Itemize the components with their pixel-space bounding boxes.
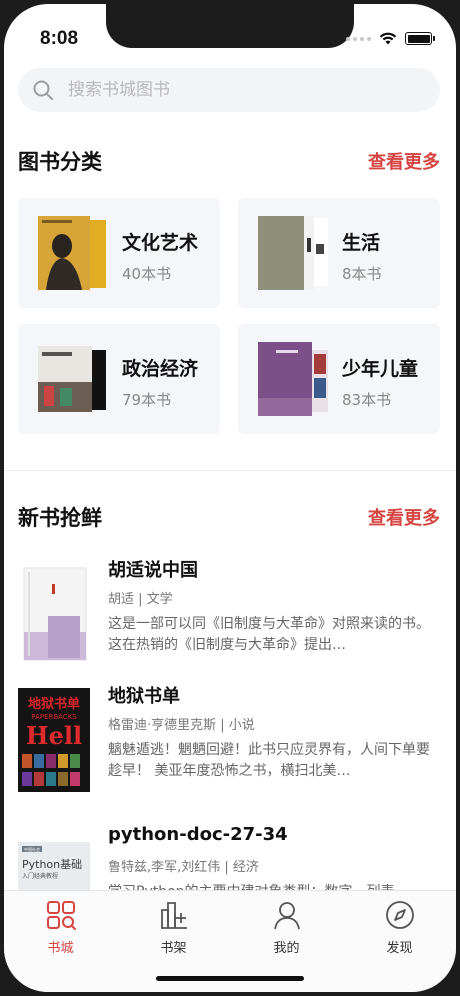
search-input[interactable] — [68, 80, 398, 100]
tab-label: 书架 — [160, 941, 187, 956]
book-cover-badge: 中国社会 — [24, 846, 40, 852]
book-cover-title: 地狱书单 — [28, 696, 80, 712]
category-cover-politics — [38, 346, 106, 412]
book-cover-title: Python基础 — [22, 858, 82, 871]
book-description: 魑魅遁逃！魍魉回避！此书只应灵界有，人间下单要趁早！ 美亚年度恐怖之书，横扫北美… — [108, 742, 430, 779]
book-cover-subtitle: PAPERBACKS — [31, 713, 77, 721]
notch — [106, 4, 354, 48]
phone-screen: 8:08 图书分类 查看更多 文化艺术 40本书 — [4, 4, 456, 992]
book-title: 胡适说中国 — [108, 560, 198, 581]
book-cover: 地狱书单 PAPERBACKS Hell — [18, 688, 90, 792]
profile-icon — [273, 902, 300, 930]
category-name: 文化艺术 — [122, 232, 199, 254]
bookshelf-icon — [160, 902, 187, 929]
search-bar[interactable] — [18, 68, 440, 112]
tab-label: 发现 — [386, 941, 413, 956]
category-card-children[interactable]: 少年儿童 83本书 — [238, 324, 440, 434]
book-meta: 鲁特兹,李军,刘红伟 | 经济 — [108, 860, 259, 875]
category-count: 83本书 — [342, 391, 392, 409]
category-cover-culture — [38, 216, 106, 290]
new-books-see-more-link[interactable]: 查看更多 — [368, 504, 440, 530]
home-indicator — [156, 976, 304, 981]
book-description: 这是一部可以同《旧制度与大革命》对照来读的书。这在热销的《旧制度与大革命》提出… — [108, 616, 430, 653]
book-item[interactable]: 地狱书单 PAPERBACKS Hell 地狱书单 格雷迪·亨德里克斯 | 小说… — [18, 686, 442, 808]
new-books-section-title: 新书抢鲜 — [18, 506, 102, 530]
tab-discover[interactable]: 发现 — [343, 891, 456, 992]
tab-bookstore[interactable]: 书城 — [4, 891, 117, 992]
book-title: python-doc-27-34 — [108, 824, 288, 845]
category-count: 79本书 — [122, 391, 172, 409]
tab-label: 书城 — [47, 941, 74, 956]
category-card-life[interactable]: 生活 8本书 — [238, 198, 440, 308]
category-name: 少年儿童 — [342, 358, 419, 380]
category-see-more-link[interactable]: 查看更多 — [368, 148, 440, 174]
category-name: 政治经济 — [122, 358, 199, 380]
compass-icon — [385, 901, 414, 929]
wifi-icon — [379, 32, 397, 45]
search-icon — [33, 80, 53, 100]
book-meta: 格雷迪·亨德里克斯 | 小说 — [108, 718, 255, 733]
category-cover-children — [258, 342, 328, 416]
status-icons — [346, 32, 435, 45]
category-card-culture[interactable]: 文化艺术 40本书 — [18, 198, 220, 308]
category-count: 40本书 — [122, 265, 172, 283]
category-cover-life — [258, 216, 328, 290]
category-card-politics[interactable]: 政治经济 79本书 — [18, 324, 220, 434]
status-time: 8:08 — [40, 28, 79, 49]
battery-icon — [405, 32, 435, 45]
book-meta: 胡适 | 文学 — [108, 592, 173, 607]
signal-icon — [346, 36, 371, 41]
book-cover-word: Hell — [26, 721, 82, 750]
book-cover — [23, 567, 87, 661]
category-name: 生活 — [342, 232, 381, 254]
book-title: 地狱书单 — [108, 686, 180, 707]
tab-label: 我的 — [273, 941, 300, 956]
book-cover-subtitle: 入门经典教程 — [22, 872, 58, 880]
category-count: 8本书 — [342, 265, 382, 283]
category-section-title: 图书分类 — [18, 150, 102, 174]
status-bar: 8:08 — [4, 4, 456, 64]
bookstore-icon — [46, 901, 76, 930]
book-item[interactable]: 胡适说中国 胡适 | 文学 这是一部可以同《旧制度与大革命》对照来读的书。这在热… — [18, 560, 442, 682]
section-divider — [4, 470, 456, 471]
